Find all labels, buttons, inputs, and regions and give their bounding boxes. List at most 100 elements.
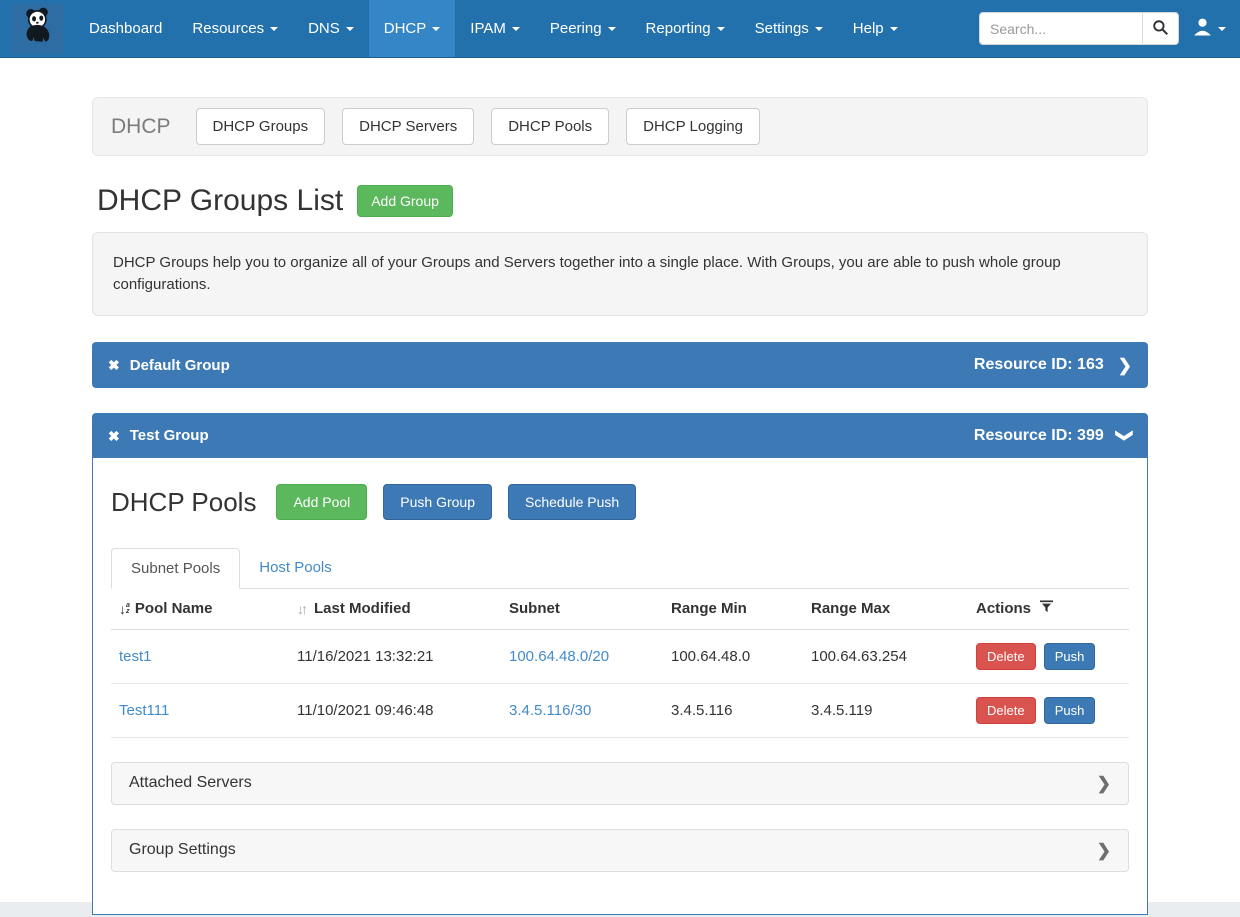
user-icon <box>1193 17 1212 41</box>
resource-id-label: Resource ID: 399 <box>974 427 1104 445</box>
chevron-down-icon[interactable]: ❯ <box>1116 428 1133 442</box>
chevron-right-icon: ❯ <box>1097 775 1111 792</box>
close-icon[interactable]: ✖ <box>108 429 120 443</box>
header-label: Subnet <box>509 600 560 617</box>
section-title: DHCP <box>111 115 171 139</box>
caret-down-icon <box>270 27 278 31</box>
pool-tabs: Subnet Pools Host Pools <box>111 548 1129 589</box>
header-range-min[interactable]: Range Min <box>663 589 803 629</box>
pool-name-link[interactable]: test1 <box>119 648 152 665</box>
title-row: DHCP Groups List Add Group <box>92 184 1148 218</box>
nav-settings[interactable]: Settings <box>740 0 838 57</box>
header-range-max[interactable]: Range Max <box>803 589 968 629</box>
group-settings-accordion[interactable]: Group Settings ❯ <box>111 829 1129 872</box>
subnet-link[interactable]: 3.4.5.116/30 <box>509 702 591 719</box>
range-min-cell: 3.4.5.116 <box>663 683 803 737</box>
close-icon[interactable]: ✖ <box>108 358 120 372</box>
header-label: Pool Name <box>135 600 213 617</box>
nav-dns[interactable]: DNS <box>293 0 369 57</box>
page-title: DHCP Groups List <box>97 184 343 218</box>
group-name: Test Group <box>130 427 209 444</box>
add-pool-button[interactable]: Add Pool <box>276 484 367 520</box>
sort-icon[interactable]: ↓↑ <box>297 601 305 617</box>
last-modified-cell: 11/10/2021 09:46:48 <box>289 683 501 737</box>
push-button[interactable]: Push <box>1044 697 1096 724</box>
header-label: Actions <box>976 600 1031 617</box>
nav-label: DNS <box>308 20 340 37</box>
push-group-button[interactable]: Push Group <box>383 484 492 520</box>
caret-down-icon <box>346 27 354 31</box>
header-subnet[interactable]: Subnet <box>501 589 663 629</box>
resource-id-label: Resource ID: 163 <box>974 356 1104 374</box>
filter-icon[interactable] <box>1040 600 1053 617</box>
search-button[interactable] <box>1142 13 1178 44</box>
group-bar-test-group[interactable]: ✖ Test Group Resource ID: 399 ❯ <box>92 413 1148 458</box>
table-row: test1 11/16/2021 13:32:21 100.64.48.0/20… <box>111 629 1129 683</box>
sort-alpha-asc-icon[interactable]: ↓az <box>119 601 130 617</box>
nav-dashboard[interactable]: Dashboard <box>74 0 177 57</box>
nav-ipam[interactable]: IPAM <box>455 0 535 57</box>
nav-reporting[interactable]: Reporting <box>631 0 740 57</box>
nav-label: Reporting <box>646 20 711 37</box>
section-nav-panel: DHCP DHCP Groups DHCP Servers DHCP Pools… <box>92 97 1148 156</box>
user-menu[interactable] <box>1193 17 1226 41</box>
nav-label: Peering <box>550 20 602 37</box>
chevron-right-icon[interactable]: ❯ <box>1118 357 1132 374</box>
caret-down-icon <box>608 27 616 31</box>
header-label: Range Max <box>811 600 890 617</box>
search-icon <box>1152 19 1169 39</box>
dhcp-groups-button[interactable]: DHCP Groups <box>196 108 326 145</box>
nav-resources[interactable]: Resources <box>177 0 293 57</box>
caret-down-icon <box>512 27 520 31</box>
tab-host-pools[interactable]: Host Pools <box>240 548 351 589</box>
dhcp-logging-button[interactable]: DHCP Logging <box>626 108 760 145</box>
subnet-link[interactable]: 100.64.48.0/20 <box>509 648 609 665</box>
nav-label: DHCP <box>384 20 427 37</box>
header-label: Last Modified <box>314 600 411 617</box>
nav-help[interactable]: Help <box>838 0 913 57</box>
delete-button[interactable]: Delete <box>976 643 1036 670</box>
pools-section-title: DHCP Pools <box>111 487 256 518</box>
header-last-modified[interactable]: ↓↑ Last Modified <box>289 589 501 629</box>
nav-label: Help <box>853 20 884 37</box>
caret-down-icon <box>717 27 725 31</box>
app-logo[interactable] <box>12 4 64 54</box>
top-navbar: Dashboard Resources DNS DHCP IPAM Peerin… <box>0 0 1240 58</box>
push-button[interactable]: Push <box>1044 643 1096 670</box>
dhcp-servers-button[interactable]: DHCP Servers <box>342 108 474 145</box>
range-max-cell: 3.4.5.119 <box>803 683 968 737</box>
nav-label: IPAM <box>470 20 506 37</box>
caret-down-icon <box>432 27 440 31</box>
subnet-pools-table: ↓az Pool Name ↓↑ Last Modified Subnet Ra… <box>111 589 1129 738</box>
chevron-right-icon: ❯ <box>1097 842 1111 859</box>
test-group-panel: DHCP Pools Add Pool Push Group Schedule … <box>92 458 1148 915</box>
pool-name-link[interactable]: Test111 <box>119 702 169 719</box>
group-bar-default-group[interactable]: ✖ Default Group Resource ID: 163 ❯ <box>92 342 1148 388</box>
delete-button[interactable]: Delete <box>976 697 1036 724</box>
attached-servers-accordion[interactable]: Attached Servers ❯ <box>111 762 1129 805</box>
caret-down-icon <box>815 27 823 31</box>
nav-peering[interactable]: Peering <box>535 0 631 57</box>
group-name: Default Group <box>130 357 230 374</box>
header-pool-name[interactable]: ↓az Pool Name <box>111 589 289 629</box>
nav-label: Settings <box>755 20 809 37</box>
accordion-label: Attached Servers <box>129 774 252 792</box>
range-max-cell: 100.64.63.254 <box>803 629 968 683</box>
nav-dhcp[interactable]: DHCP <box>369 0 456 57</box>
pools-title-row: DHCP Pools Add Pool Push Group Schedule … <box>111 484 1129 520</box>
header-actions: Actions <box>968 589 1129 629</box>
range-min-cell: 100.64.48.0 <box>663 629 803 683</box>
nav-label: Dashboard <box>89 20 162 37</box>
last-modified-cell: 11/16/2021 13:32:21 <box>289 629 501 683</box>
description-panel: DHCP Groups help you to organize all of … <box>92 232 1148 316</box>
dhcp-pools-button[interactable]: DHCP Pools <box>491 108 609 145</box>
table-row: Test111 11/10/2021 09:46:48 3.4.5.116/30… <box>111 683 1129 737</box>
tab-subnet-pools[interactable]: Subnet Pools <box>111 548 240 589</box>
nav-label: Resources <box>192 20 264 37</box>
navbar-right <box>979 0 1240 57</box>
search-input[interactable] <box>980 13 1142 44</box>
schedule-push-button[interactable]: Schedule Push <box>508 484 636 520</box>
app-window: Dashboard Resources DNS DHCP IPAM Peerin… <box>0 0 1240 902</box>
add-group-button[interactable]: Add Group <box>357 185 453 217</box>
panda-logo-icon <box>17 5 59 52</box>
